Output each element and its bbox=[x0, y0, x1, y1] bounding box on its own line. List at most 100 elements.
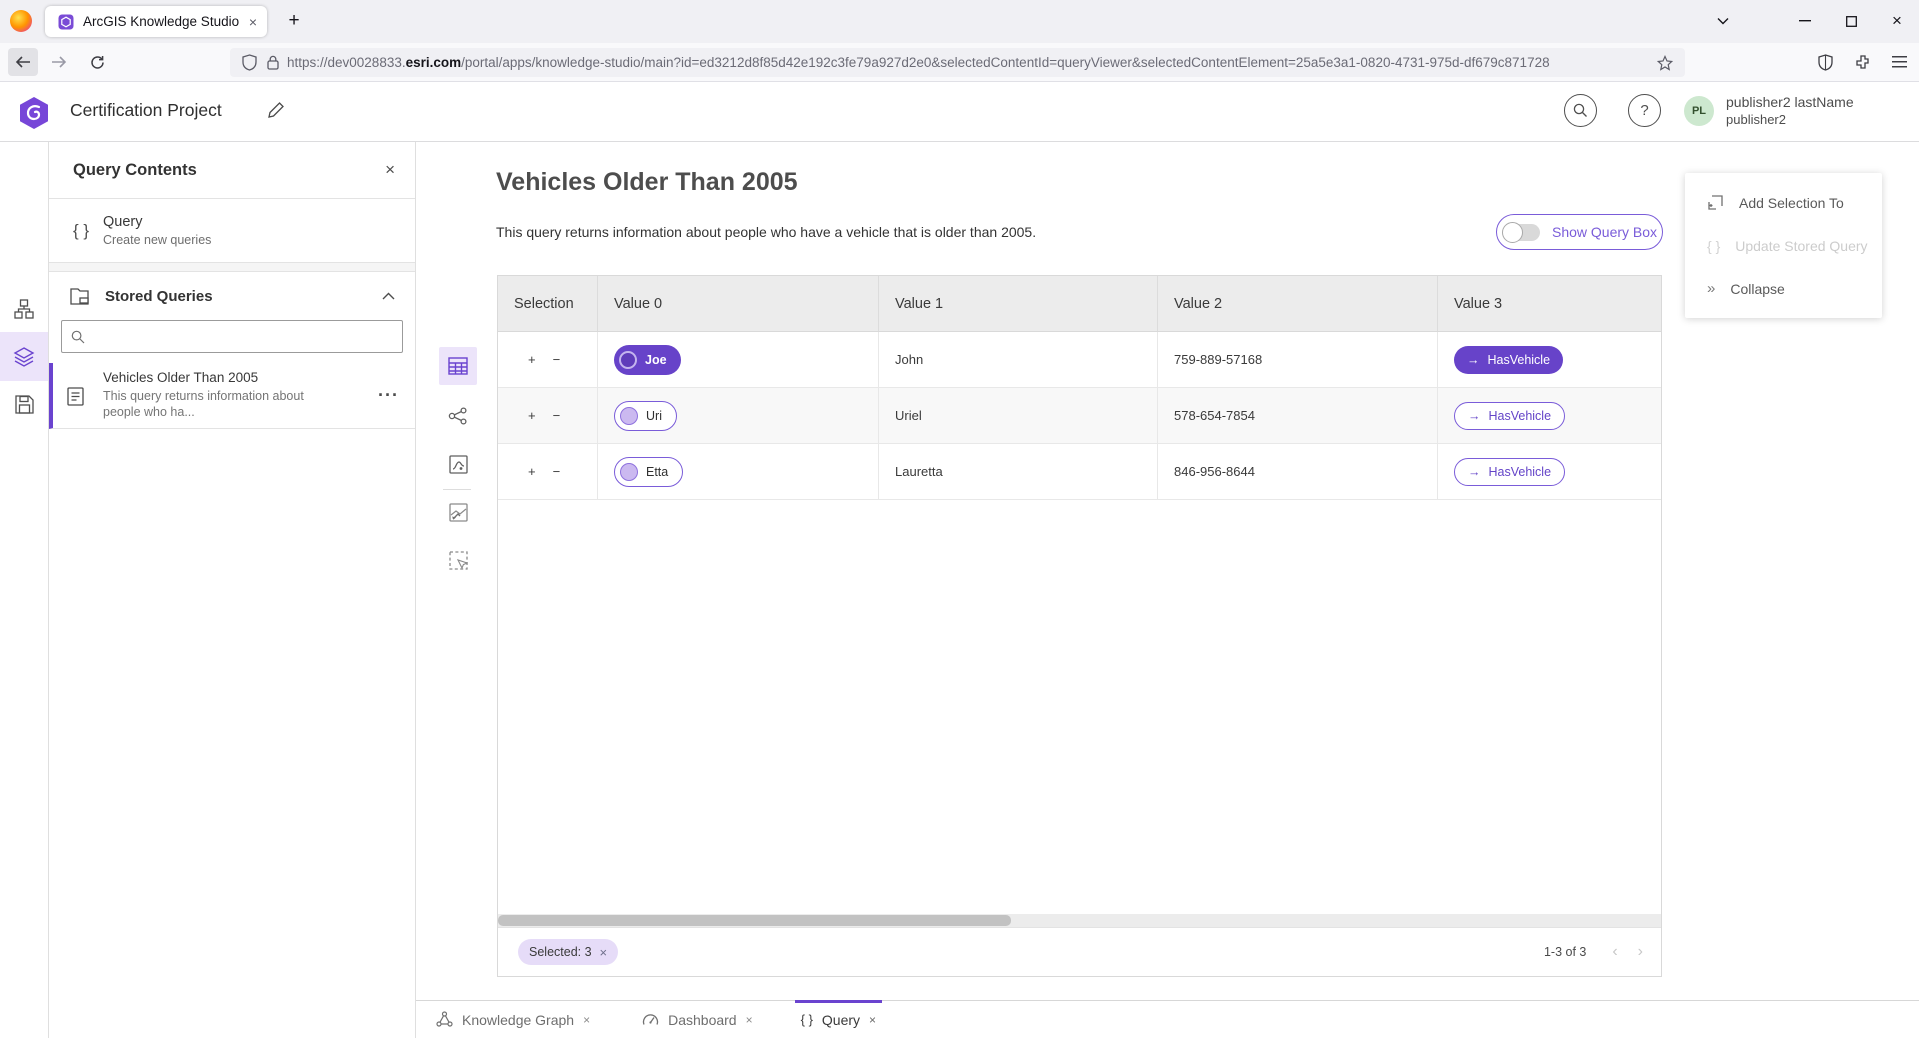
braces-icon: { } bbox=[1707, 238, 1720, 254]
selected-count-chip[interactable]: Selected: 3 × bbox=[518, 939, 618, 965]
cell-value[interactable]: Uriel bbox=[879, 388, 1158, 443]
back-button[interactable] bbox=[8, 48, 38, 76]
search-icon bbox=[1573, 103, 1588, 118]
cell-value[interactable]: 578-654-7854 bbox=[1158, 388, 1438, 443]
zoom-in-icon[interactable]: + bbox=[528, 408, 536, 423]
toggle-switch[interactable] bbox=[1505, 224, 1540, 241]
toggle-knob[interactable] bbox=[1502, 222, 1523, 243]
help-button[interactable]: ? bbox=[1628, 94, 1661, 127]
extensions-icon[interactable] bbox=[1848, 48, 1878, 76]
tab-close-icon[interactable]: × bbox=[746, 1013, 753, 1027]
entity-pill[interactable]: Etta bbox=[614, 457, 683, 487]
table-row[interactable]: + − Uri Uriel 578-654-7854 →HasVehicle bbox=[498, 388, 1661, 444]
relationship-pill[interactable]: →HasVehicle bbox=[1454, 402, 1565, 430]
horizontal-scrollbar[interactable] bbox=[498, 914, 1661, 927]
table-row[interactable]: + − Joe John 759-889-57168 →HasVehicle bbox=[498, 332, 1661, 388]
forward-button[interactable] bbox=[44, 48, 74, 76]
zoom-out-icon[interactable]: − bbox=[553, 464, 561, 479]
bookmark-star-icon[interactable] bbox=[1657, 55, 1673, 71]
new-query-item[interactable]: { } Query Create new queries bbox=[49, 199, 415, 263]
link-chart-view-button[interactable] bbox=[439, 397, 477, 435]
cell-value[interactable]: 846-956-8644 bbox=[1158, 444, 1438, 499]
search-icon bbox=[71, 330, 85, 344]
stored-query-description: This query returns information about peo… bbox=[103, 388, 415, 420]
user-name[interactable]: publisher2 lastName publisher2 bbox=[1726, 93, 1854, 129]
cell-value[interactable]: Lauretta bbox=[879, 444, 1158, 499]
show-query-box-label: Show Query Box bbox=[1552, 224, 1657, 240]
stored-queries-header[interactable]: Stored Queries bbox=[49, 276, 415, 316]
add-selection-icon bbox=[1707, 194, 1724, 211]
tab-close-icon[interactable]: × bbox=[583, 1013, 590, 1027]
menu-item-collapse[interactable]: » Collapse bbox=[1685, 267, 1882, 310]
zoom-out-icon[interactable]: − bbox=[553, 352, 561, 367]
save-nav-button[interactable] bbox=[0, 380, 48, 429]
cell-value[interactable]: John bbox=[879, 332, 1158, 387]
column-header[interactable]: Value 1 bbox=[879, 276, 1158, 331]
clear-selection-icon[interactable]: × bbox=[600, 945, 608, 960]
window-minimize-button[interactable] bbox=[1790, 8, 1820, 34]
contents-nav-button[interactable] bbox=[0, 332, 48, 381]
tab-title: ArcGIS Knowledge Studio bbox=[83, 14, 249, 29]
menu-hamburger-icon[interactable] bbox=[1884, 48, 1914, 76]
firefox-icon[interactable] bbox=[10, 10, 32, 32]
stored-queries-search-input[interactable] bbox=[61, 320, 403, 353]
cell-value[interactable]: 759-889-57168 bbox=[1158, 332, 1438, 387]
map-chart-icon bbox=[449, 455, 468, 474]
bottom-tab-bar: Knowledge Graph × Dashboard × { } Query … bbox=[416, 1000, 1919, 1038]
tab-knowledge-graph[interactable]: Knowledge Graph × bbox=[430, 1001, 596, 1038]
url-bar[interactable]: https://dev0028833.esri.com/portal/apps/… bbox=[230, 48, 1685, 77]
avatar[interactable]: PL bbox=[1684, 96, 1714, 126]
active-tab-indicator bbox=[795, 1000, 882, 1003]
stored-query-item[interactable]: Vehicles Older Than 2005 This query retu… bbox=[49, 363, 415, 429]
scrollbar-thumb[interactable] bbox=[498, 915, 1011, 926]
browser-shield-icon[interactable] bbox=[1810, 48, 1840, 76]
panel-title: Query Contents bbox=[73, 161, 385, 180]
relationship-pill[interactable]: →HasVehicle bbox=[1454, 458, 1565, 486]
url-text[interactable]: https://dev0028833.esri.com/portal/apps/… bbox=[287, 55, 1657, 70]
column-header[interactable]: Value 3 bbox=[1438, 276, 1662, 331]
map-add-icon bbox=[449, 503, 468, 522]
menu-item-add-selection-to[interactable]: Add Selection To bbox=[1685, 181, 1882, 224]
data-model-nav-button[interactable] bbox=[0, 284, 48, 333]
column-header[interactable]: Value 0 bbox=[598, 276, 879, 331]
search-button[interactable] bbox=[1564, 94, 1597, 127]
folder-icon bbox=[70, 287, 91, 306]
previous-page-icon[interactable]: ‹ bbox=[1612, 943, 1617, 961]
browser-tab[interactable]: ArcGIS Knowledge Studio × bbox=[45, 6, 267, 37]
show-query-box-toggle[interactable]: Show Query Box bbox=[1496, 214, 1663, 250]
tab-close-icon[interactable]: × bbox=[869, 1013, 876, 1027]
table-view-button[interactable] bbox=[439, 347, 477, 385]
table-footer: Selected: 3 × 1-3 of 3 ‹ › bbox=[498, 927, 1661, 976]
project-title: Certification Project bbox=[70, 100, 222, 121]
new-tab-button[interactable]: + bbox=[281, 8, 307, 34]
relationship-pill[interactable]: →HasVehicle bbox=[1454, 346, 1563, 374]
tab-dashboard[interactable]: Dashboard × bbox=[636, 1001, 759, 1038]
reload-icon[interactable] bbox=[82, 48, 112, 76]
lock-icon[interactable] bbox=[267, 55, 279, 70]
more-options-icon[interactable]: ··· bbox=[378, 385, 399, 406]
tab-close-icon[interactable]: × bbox=[249, 15, 257, 29]
tab-query[interactable]: { } Query × bbox=[795, 1001, 882, 1038]
table-row[interactable]: + − Etta Lauretta 846-956-8644 →HasVehic… bbox=[498, 444, 1661, 500]
column-header[interactable]: Selection bbox=[498, 276, 598, 331]
next-page-icon[interactable]: › bbox=[1638, 943, 1643, 961]
add-to-map-button[interactable] bbox=[439, 493, 477, 531]
edit-pencil-icon[interactable] bbox=[267, 101, 285, 119]
zoom-in-icon[interactable]: + bbox=[528, 464, 536, 479]
menu-item-update-stored-query[interactable]: { } Update Stored Query bbox=[1685, 224, 1882, 267]
chevron-up-icon[interactable] bbox=[382, 292, 395, 300]
panel-header: Query Contents × bbox=[49, 142, 415, 199]
window-close-button[interactable]: × bbox=[1882, 8, 1912, 34]
map-view-button[interactable] bbox=[439, 445, 477, 483]
tracking-shield-icon[interactable] bbox=[242, 54, 257, 71]
list-tabs-chevron-icon[interactable] bbox=[1708, 8, 1738, 34]
zoom-in-icon[interactable]: + bbox=[528, 352, 536, 367]
layers-icon bbox=[13, 346, 35, 368]
selection-tools-button[interactable] bbox=[439, 541, 477, 579]
window-maximize-button[interactable] bbox=[1836, 8, 1866, 34]
entity-pill[interactable]: Uri bbox=[614, 401, 677, 431]
panel-close-icon[interactable]: × bbox=[385, 160, 395, 180]
zoom-out-icon[interactable]: − bbox=[553, 408, 561, 423]
entity-pill[interactable]: Joe bbox=[614, 345, 681, 375]
column-header[interactable]: Value 2 bbox=[1158, 276, 1438, 331]
